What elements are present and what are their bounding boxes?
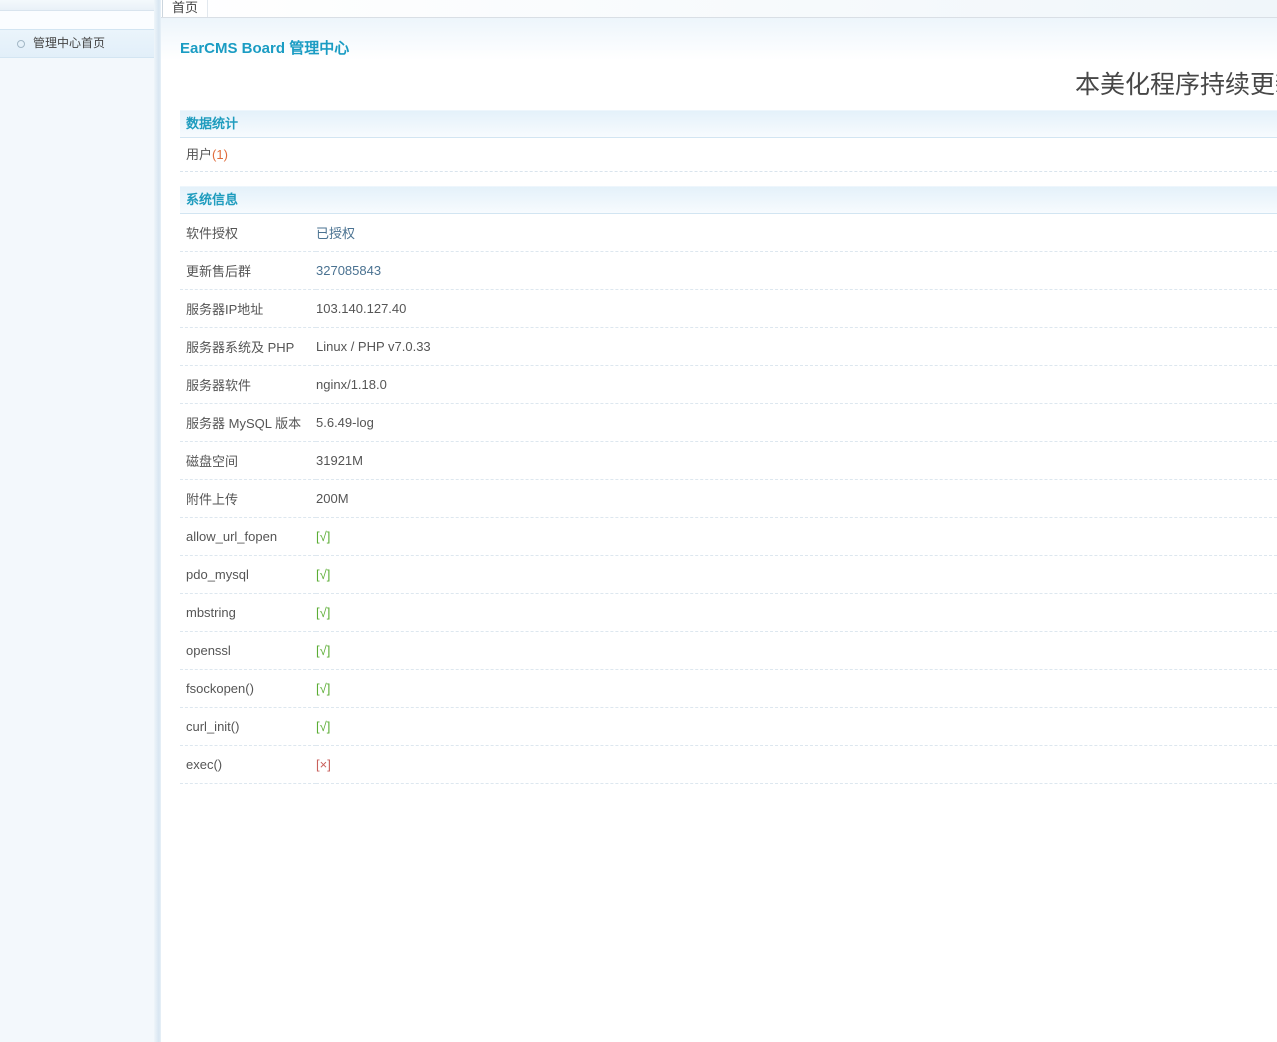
system-info-row-label: 软件授权 [180, 214, 316, 252]
system-info-row-label: pdo_mysql [180, 556, 316, 594]
system-info-row-label: 附件上传 [180, 480, 316, 518]
system-info-row-label: exec() [180, 746, 316, 784]
tab-home[interactable]: 首页 [162, 0, 208, 17]
system-info-row-label: allow_url_fopen [180, 518, 316, 556]
system-info-row-label: curl_init() [180, 708, 316, 746]
sidebar-top-strip [0, 0, 154, 11]
system-info-row-label: mbstring [180, 594, 316, 632]
system-info-row-label: 服务器系统及 PHP [180, 328, 316, 366]
content-area: EarCMS Board 管理中心 本美化程序持续更新 数据统计 用户(1) 系… [161, 18, 1277, 1042]
system-info-row: exec()[×] [180, 746, 1277, 784]
system-info-table-body: 软件授权已授权更新售后群327085843服务器IP地址103.140.127.… [180, 214, 1277, 784]
system-info-value: 200M [316, 491, 349, 506]
system-info-row-label: fsockopen() [180, 670, 316, 708]
app-window: 管理中心首页 首页 EarCMS Board 管理中心 本美化程序持续更新 数据… [0, 0, 1277, 1042]
system-info-row: 服务器 MySQL 版本5.6.49-log [180, 404, 1277, 442]
system-info-row-label: 服务器IP地址 [180, 290, 316, 328]
sidebar-item-label: 管理中心首页 [33, 30, 105, 57]
system-info-value-link[interactable]: 327085843 [316, 263, 381, 278]
system-info-value: 103.140.127.40 [316, 301, 406, 316]
check-ok-indicator: [√] [316, 643, 330, 658]
stats-user-count: (1) [212, 147, 228, 162]
sidebar-divider [154, 0, 161, 1042]
system-info-row: allow_url_fopen[√] [180, 518, 1277, 556]
check-ok-indicator: [√] [316, 567, 330, 582]
system-info-value: Linux / PHP v7.0.33 [316, 339, 431, 354]
check-fail-indicator: [×] [316, 757, 331, 772]
system-info-value: 31921M [316, 453, 363, 468]
check-ok-indicator: [√] [316, 529, 330, 544]
system-info-row-label: 服务器软件 [180, 366, 316, 404]
check-ok-indicator: [√] [316, 719, 330, 734]
system-info-value: 5.6.49-log [316, 415, 374, 430]
system-info-row: 软件授权已授权 [180, 214, 1277, 252]
bullet-circle-icon [17, 40, 25, 48]
check-ok-indicator: [√] [316, 681, 330, 696]
system-info-row-label: openssl [180, 632, 316, 670]
tab-bar: 首页 [161, 0, 1277, 18]
stats-user-label: 用户 [186, 147, 212, 162]
stats-user-row: 用户(1) [180, 138, 1277, 172]
system-info-row: fsockopen()[√] [180, 670, 1277, 708]
system-info-panel-header: 系统信息 [180, 186, 1277, 214]
stats-panel: 数据统计 用户(1) [180, 110, 1277, 172]
system-info-row: curl_init()[√] [180, 708, 1277, 746]
system-info-value: nginx/1.18.0 [316, 377, 387, 392]
system-info-row: 磁盘空间31921M [180, 442, 1277, 480]
marquee-text: 本美化程序持续更新 [180, 70, 1277, 100]
system-info-row: mbstring[√] [180, 594, 1277, 632]
system-info-row: 服务器IP地址103.140.127.40 [180, 290, 1277, 328]
main-area: 首页 EarCMS Board 管理中心 本美化程序持续更新 数据统计 用户(1… [161, 0, 1277, 1042]
system-info-table: 软件授权已授权更新售后群327085843服务器IP地址103.140.127.… [180, 214, 1277, 784]
stats-panel-header: 数据统计 [180, 110, 1277, 138]
check-ok-indicator: [√] [316, 605, 330, 620]
system-info-row: 服务器系统及 PHPLinux / PHP v7.0.33 [180, 328, 1277, 366]
marquee-banner: 本美化程序持续更新 [180, 70, 1277, 100]
system-info-value-link[interactable]: 已授权 [316, 226, 355, 241]
sidebar: 管理中心首页 [0, 0, 154, 1042]
system-info-row: pdo_mysql[√] [180, 556, 1277, 594]
system-info-row-label: 服务器 MySQL 版本 [180, 404, 316, 442]
system-info-row: 附件上传200M [180, 480, 1277, 518]
system-info-row: openssl[√] [180, 632, 1277, 670]
system-info-row-label: 更新售后群 [180, 252, 316, 290]
page-title: EarCMS Board 管理中心 [180, 18, 1277, 57]
sidebar-item-admin-home[interactable]: 管理中心首页 [0, 29, 154, 58]
sidebar-gap [0, 11, 154, 29]
system-info-row: 更新售后群327085843 [180, 252, 1277, 290]
system-info-row-label: 磁盘空间 [180, 442, 316, 480]
system-info-row: 服务器软件nginx/1.18.0 [180, 366, 1277, 404]
system-info-panel: 系统信息 软件授权已授权更新售后群327085843服务器IP地址103.140… [180, 186, 1277, 784]
